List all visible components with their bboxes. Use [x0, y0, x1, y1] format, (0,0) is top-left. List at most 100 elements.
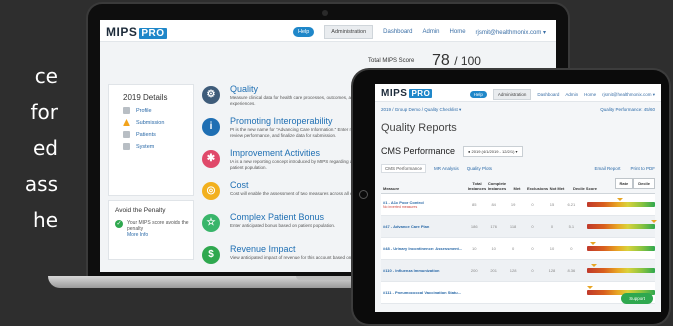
measure-name[interactable]: #110 - Influenza Immunization	[383, 268, 439, 273]
category-title[interactable]: Improvement Activities	[230, 148, 320, 158]
period-select[interactable]: ● 2019 (4/1/2019 - 12/2/1) ▾	[463, 146, 523, 157]
category-title[interactable]: Cost	[230, 180, 249, 190]
dashboard-link[interactable]: Dashboard	[537, 92, 559, 97]
table-row[interactable]: #1 - A1c Poor Control No inverted measure…	[381, 194, 656, 216]
value-cell: 176	[490, 224, 498, 229]
decile-toggle-button[interactable]: Decile	[633, 178, 655, 189]
value-cell: 10	[472, 246, 477, 251]
details-item-label: Submission	[136, 119, 165, 126]
category-title[interactable]: Promoting Interoperability	[230, 116, 333, 126]
value-cell: 8.36	[567, 268, 576, 273]
help-button[interactable]: Help	[469, 91, 487, 98]
value-cell: 5.1	[568, 224, 575, 229]
print-pdf-button[interactable]: Print to PDF	[630, 166, 655, 171]
value-cell: 200	[470, 268, 478, 273]
tagline-line: ed	[33, 136, 58, 160]
column-header[interactable]: Not Met	[547, 186, 567, 191]
category-promoting-interoperability[interactable]: i Promoting Interoperability PI is the n…	[200, 114, 378, 144]
penalty-text-block: Your MIPS score avoids the penalty More …	[127, 220, 193, 238]
column-header[interactable]: Exclusions	[527, 186, 548, 191]
category-title[interactable]: Quality	[230, 84, 258, 94]
table-row[interactable]: #48 - Urinary Incontinence: Assessment..…	[381, 238, 656, 260]
table-row[interactable]: #111 - Pneumococcal Vaccination Statu...	[381, 282, 656, 304]
measure-cell[interactable]: #110 - Influenza Immunization	[381, 268, 465, 273]
measure-note: No inverted measures	[383, 205, 418, 209]
column-header[interactable]: Met	[507, 186, 527, 191]
warning-icon	[123, 119, 130, 126]
mips-pro-logo[interactable]: MIPS PRO	[381, 88, 433, 99]
admin-link[interactable]: Admin	[423, 29, 440, 35]
user-menu[interactable]: rjsmit@healthmonix.com ▾	[476, 29, 546, 36]
category-quality[interactable]: ⚙ Quality Measure clinical data for heal…	[200, 82, 381, 112]
mips-pro-logo[interactable]: MIPS PRO	[106, 25, 167, 39]
email-report-button[interactable]: Email Report	[594, 166, 620, 171]
home-link[interactable]: Home	[450, 29, 466, 35]
rate-decile-toggle: Rate Decile	[614, 178, 655, 189]
tab-mr-analysis[interactable]: MR Analysis	[434, 166, 459, 173]
rate-toggle-button[interactable]: Rate	[614, 178, 634, 189]
coin-icon: ◎	[202, 182, 220, 200]
details-item-profile[interactable]: Profile	[109, 102, 193, 114]
table-row[interactable]: #47 - Advance Care Plan 186 176 118 0 0 5.1	[381, 216, 658, 238]
details-item-label: Profile	[136, 107, 152, 114]
column-header[interactable]: Measure	[381, 186, 467, 191]
administration-tab[interactable]: Administration	[492, 89, 532, 100]
value-cell: 186	[470, 224, 478, 229]
top-nav: Help Administration Dashboard Admin Home…	[292, 25, 546, 39]
column-header[interactable]: Complete Instances	[487, 181, 507, 191]
tagline-line: ass	[24, 172, 58, 196]
system-icon	[123, 143, 130, 150]
details-item-system[interactable]: System	[109, 138, 193, 150]
measure-cell[interactable]: #1 - A1c Poor Control No inverted measure…	[381, 200, 465, 209]
penalty-card: Avoid the Penalty ✓ Your MIPS score avoi…	[108, 200, 194, 260]
measure-cell[interactable]: #111 - Pneumococcal Vaccination Statu...	[381, 290, 465, 295]
decile-marker	[590, 264, 597, 267]
decile-score-bar	[587, 198, 656, 207]
measure-cell[interactable]: #47 - Advance Care Plan	[381, 224, 465, 229]
measure-cell[interactable]: #48 - Urinary Incontinence: Assessment..…	[381, 246, 465, 251]
measure-name[interactable]: #48 - Urinary Incontinence: Assessment..…	[383, 246, 462, 251]
table-row[interactable]: #110 - Influenza Immunization 200 201 128 0 1…	[381, 260, 656, 282]
laptop-notch	[296, 276, 356, 280]
decile-score-bar	[587, 220, 658, 229]
info-icon: i	[202, 118, 220, 136]
user-menu[interactable]: rjsmit@healthmonix.com ▾	[602, 92, 655, 98]
category-complex-patient-bonus[interactable]: ☆ Complex Patient Bonus Enter anticipate…	[200, 210, 360, 240]
value-cell: 128	[548, 268, 556, 273]
measure-name[interactable]: #47 - Advance Care Plan	[383, 224, 429, 229]
details-item-patients[interactable]: Patients	[109, 126, 193, 138]
decile-score-bar	[587, 264, 656, 273]
details-title: 2019 Details	[123, 93, 168, 102]
measure-name[interactable]: #111 - Pneumococcal Vaccination Statu...	[383, 290, 461, 295]
category-improvement-activities[interactable]: ✱ Improvement Activities IA is a new rep…	[200, 146, 387, 176]
category-revenue-impact[interactable]: $ Revenue Impact View anticipated impact…	[200, 242, 360, 272]
value-cell: 15	[549, 202, 555, 207]
support-button[interactable]: Support	[621, 293, 653, 304]
more-info-link[interactable]: More Info	[127, 232, 193, 238]
category-title[interactable]: Complex Patient Bonus	[230, 212, 324, 222]
penalty-status: ✓ Your MIPS score avoids the penalty Mor…	[109, 214, 193, 238]
decile-marker	[589, 242, 596, 245]
column-header[interactable]: Total Instances	[467, 181, 487, 191]
help-button[interactable]: Help	[292, 27, 315, 37]
tab-cms-performance[interactable]: CMS Performance	[381, 164, 427, 173]
decile-marker	[651, 220, 658, 223]
category-title[interactable]: Revenue Impact	[230, 244, 296, 254]
quality-performance-link[interactable]: Quality Performance: 45/60	[600, 107, 655, 112]
category-cost[interactable]: ◎ Cost Cost will enable the assessment o…	[200, 178, 385, 208]
home-link[interactable]: Home	[584, 92, 596, 97]
details-item-submission[interactable]: Submission	[109, 114, 193, 126]
check-icon: ✓	[115, 220, 123, 228]
dashboard-link[interactable]: Dashboard	[383, 29, 412, 35]
tab-quality-plots[interactable]: Quality Plots	[467, 166, 492, 173]
decile-marker	[586, 286, 593, 289]
breadcrumb[interactable]: 2019 / Group Demo / Quality Checklist ▾	[381, 107, 461, 113]
administration-tab[interactable]: Administration	[324, 25, 374, 39]
details-item-label: System	[136, 143, 155, 150]
category-list: ⚙ Quality Measure clinical data for heal…	[200, 82, 387, 272]
admin-link[interactable]: Admin	[565, 92, 578, 97]
value-cell: 19	[510, 202, 516, 207]
penalty-title: Avoid the Penalty	[115, 207, 166, 214]
decile-score-bar	[587, 242, 656, 251]
value-cell: 10	[549, 246, 555, 251]
